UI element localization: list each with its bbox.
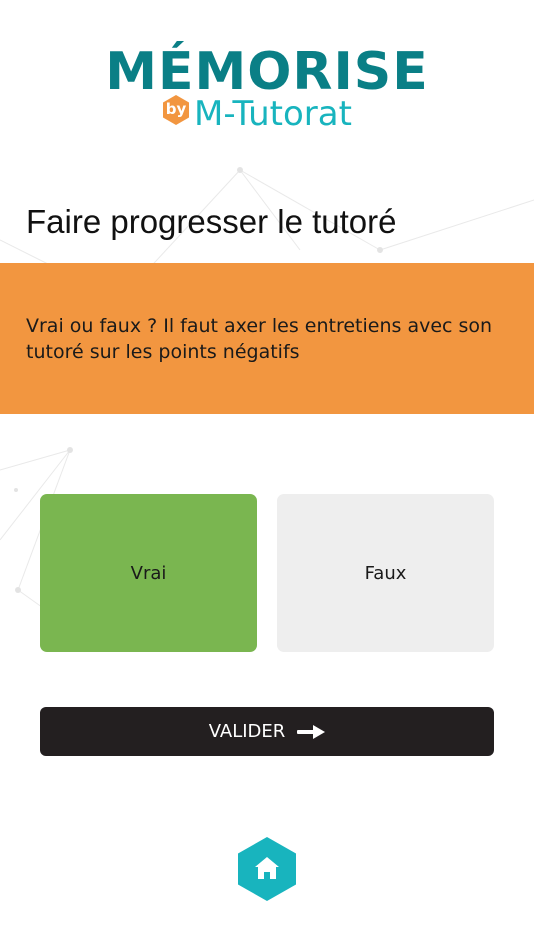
logo-title: MÉMORISE — [105, 42, 429, 102]
answer-false-button[interactable]: Faux — [277, 494, 494, 652]
home-button[interactable] — [236, 836, 298, 902]
page-title: Faire progresser le tutoré — [26, 203, 397, 240]
validate-content: VALIDER — [40, 721, 494, 742]
logo-subtitle: M-Tutorat — [194, 94, 352, 134]
answer-true-button[interactable]: Vrai — [40, 494, 257, 652]
answer-false-label: Faux — [364, 562, 407, 584]
background-network-pattern — [0, 167, 534, 621]
arrow-right-icon — [297, 724, 326, 739]
logo-by-label: by — [165, 100, 187, 118]
answer-true-label: Vrai — [130, 562, 167, 584]
question-text: Vrai ou faux ? Il faut axer les entretie… — [26, 315, 493, 363]
validate-button[interactable]: VALIDER — [40, 707, 494, 756]
app-logo: MÉMORISE by M-Tutorat — [0, 44, 534, 136]
validate-label: VALIDER — [208, 721, 286, 742]
